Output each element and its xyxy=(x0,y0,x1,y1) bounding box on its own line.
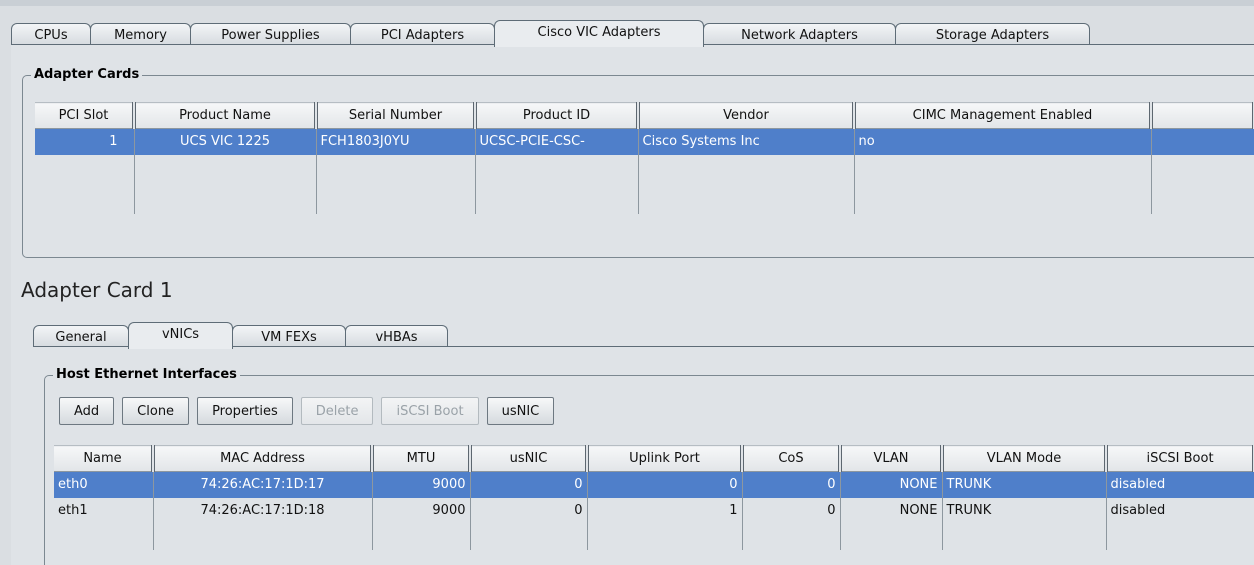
adapter-tab-bar: General vNICs VM FEXs vHBAs xyxy=(33,322,448,349)
cell-vlan-mode: TRUNK xyxy=(942,497,1107,524)
cell-cimc: no xyxy=(854,128,1152,155)
usnic-button[interactable]: usNIC xyxy=(486,397,555,425)
col-extra[interactable] xyxy=(1151,102,1254,129)
col-serial-number[interactable]: Serial Number xyxy=(316,102,477,129)
add-button[interactable]: Add xyxy=(59,397,115,425)
col-iscsi-boot[interactable]: iSCSI Boot xyxy=(1106,445,1254,472)
col-cimc-management[interactable]: CIMC Management Enabled xyxy=(854,102,1153,129)
cell-iscsi: disabled xyxy=(1106,471,1254,498)
cell-usnic: 0 xyxy=(470,471,588,498)
col-cos[interactable]: CoS xyxy=(742,445,842,472)
adapter-cards-table: PCI Slot Product Name Serial Number Prod… xyxy=(35,102,1254,214)
cell-serial-number: FCH1803J0YU xyxy=(316,128,476,155)
iscsi-boot-button[interactable]: iSCSI Boot xyxy=(381,397,479,425)
cell-vlan: NONE xyxy=(840,497,943,524)
col-vlan[interactable]: VLAN xyxy=(840,445,944,472)
col-mac-address[interactable]: MAC Address xyxy=(153,445,374,472)
empty-row xyxy=(35,154,1254,181)
vnic-toolbar: Add Clone Properties Delete iSCSI Boot u… xyxy=(59,397,555,425)
cell-uplink: 0 xyxy=(587,471,743,498)
cell-extra xyxy=(1151,128,1254,155)
col-vendor[interactable]: Vendor xyxy=(638,102,856,129)
page-title: Adapter Card 1 xyxy=(21,278,173,302)
empty-row xyxy=(35,180,1254,214)
col-usnic[interactable]: usNIC xyxy=(470,445,589,472)
cell-product-id: UCSC-PCIE-CSC- xyxy=(475,128,639,155)
table-row[interactable]: 1 UCS VIC 1225 FCH1803J0YU UCSC-PCIE-CSC… xyxy=(35,128,1254,155)
col-pci-slot[interactable]: PCI Slot xyxy=(35,102,136,129)
cell-uplink: 1 xyxy=(587,497,743,524)
cell-name: eth1 xyxy=(54,497,154,524)
adapter-cards-legend: Adapter Cards xyxy=(31,67,143,82)
host-ethernet-header: Name MAC Address MTU usNIC Uplink Port C… xyxy=(54,445,1254,472)
cell-mtu: 9000 xyxy=(372,497,471,524)
cell-vlan: NONE xyxy=(840,471,943,498)
cell-vlan-mode: TRUNK xyxy=(942,471,1107,498)
cell-mac: 74:26:AC:17:1D:17 xyxy=(153,471,373,498)
top-strip xyxy=(0,0,1254,6)
col-product-id[interactable]: Product ID xyxy=(475,102,640,129)
tab-vnics[interactable]: vNICs xyxy=(128,322,233,349)
cell-mac: 74:26:AC:17:1D:18 xyxy=(153,497,373,524)
cell-usnic: 0 xyxy=(470,497,588,524)
cell-product-name: UCS VIC 1225 xyxy=(134,128,317,155)
col-uplink-port[interactable]: Uplink Port xyxy=(587,445,744,472)
table-row[interactable]: eth1 74:26:AC:17:1D:18 9000 0 1 0 NONE T… xyxy=(54,497,1254,524)
cell-mtu: 9000 xyxy=(372,471,471,498)
inventory-tab-bar: CPUs Memory Power Supplies PCI Adapters … xyxy=(11,20,1090,47)
host-ethernet-table: Name MAC Address MTU usNIC Uplink Port C… xyxy=(54,445,1254,550)
cell-vendor: Cisco Systems Inc xyxy=(638,128,855,155)
delete-button[interactable]: Delete xyxy=(300,397,374,425)
cell-pci-slot: 1 xyxy=(35,128,135,155)
clone-button[interactable]: Clone xyxy=(122,397,190,425)
properties-button[interactable]: Properties xyxy=(197,397,293,425)
host-ethernet-legend: Host Ethernet Interfaces xyxy=(53,367,240,382)
col-name[interactable]: Name xyxy=(54,445,155,472)
col-mtu[interactable]: MTU xyxy=(372,445,472,472)
cell-iscsi: disabled xyxy=(1106,497,1254,524)
cell-cos: 0 xyxy=(742,471,841,498)
adapter-cards-header: PCI Slot Product Name Serial Number Prod… xyxy=(35,102,1254,129)
tab-cisco-vic-adapters[interactable]: Cisco VIC Adapters xyxy=(494,20,704,47)
col-vlan-mode[interactable]: VLAN Mode xyxy=(942,445,1108,472)
col-product-name[interactable]: Product Name xyxy=(134,102,318,129)
empty-row xyxy=(54,523,1254,550)
cell-cos: 0 xyxy=(742,497,841,524)
cell-name: eth0 xyxy=(54,471,154,498)
table-row[interactable]: eth0 74:26:AC:17:1D:17 9000 0 0 0 NONE T… xyxy=(54,471,1254,498)
